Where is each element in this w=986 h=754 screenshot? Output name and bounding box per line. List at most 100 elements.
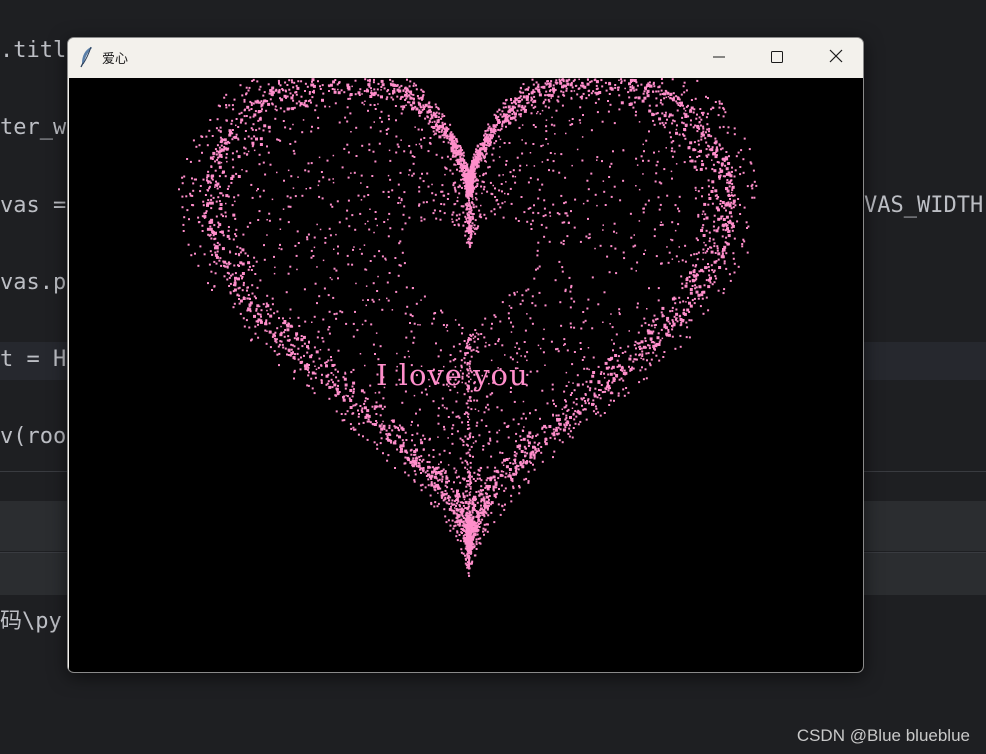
heart-particle — [438, 112, 441, 115]
heart-particle — [746, 185, 749, 188]
heart-particle — [524, 105, 527, 108]
heart-particle — [628, 82, 631, 86]
heart-particle — [329, 234, 332, 237]
heart-particle — [426, 115, 429, 118]
heart-particle — [532, 211, 535, 214]
heart-particle — [470, 475, 473, 478]
heart-particle — [545, 119, 548, 121]
heart-particle — [542, 85, 546, 89]
heart-particle — [652, 330, 655, 333]
heart-particle — [755, 184, 758, 187]
heart-particle — [388, 93, 391, 95]
heart-particle — [467, 406, 470, 409]
heart-particle — [445, 492, 448, 495]
heart-particle — [458, 213, 461, 216]
heart-particle — [469, 466, 472, 469]
minimize-button[interactable] — [696, 38, 742, 76]
heart-particle — [475, 526, 478, 529]
heart-particle — [671, 177, 673, 180]
heart-particle — [448, 480, 450, 483]
heart-particle — [656, 160, 659, 163]
heart-particle — [324, 237, 327, 239]
heart-particle — [625, 387, 628, 389]
heart-particle — [406, 305, 409, 308]
heart-particle — [387, 174, 390, 177]
heart-particle — [237, 253, 240, 256]
heart-particle — [712, 106, 715, 109]
heart-particle — [699, 108, 702, 110]
heart-particle — [419, 177, 422, 180]
heart-particle — [498, 174, 501, 177]
heart-particle — [185, 195, 188, 198]
heart-particle — [444, 470, 447, 473]
heart-particle — [501, 125, 504, 128]
heart-particle — [207, 199, 210, 202]
heart-particle — [671, 319, 674, 322]
heart-particle — [228, 141, 231, 144]
heart-particle — [507, 475, 509, 477]
heart-particle — [441, 475, 444, 478]
heart-particle — [534, 105, 537, 108]
heart-particle — [201, 224, 204, 227]
heart-particle — [544, 364, 546, 366]
heart-particle — [434, 501, 437, 504]
heart-particle — [349, 399, 353, 402]
heart-particle — [499, 320, 502, 323]
heart-particle — [593, 79, 596, 82]
heart-particle — [645, 352, 648, 355]
heart-particle — [469, 435, 472, 438]
heart-canvas: I love you — [69, 78, 863, 672]
heart-particle — [651, 112, 654, 115]
heart-particle — [255, 129, 258, 132]
heart-particle — [317, 330, 320, 333]
window-title: 爱心 — [102, 52, 129, 67]
heart-particle — [405, 439, 408, 441]
heart-particle — [293, 345, 296, 348]
heart-particle — [585, 380, 588, 383]
heart-particle — [347, 176, 350, 179]
heart-particle — [678, 195, 681, 198]
heart-particle — [396, 448, 399, 451]
heart-particle — [432, 400, 435, 403]
heart-particle — [478, 494, 481, 497]
heart-particle — [437, 414, 440, 417]
heart-particle — [642, 92, 645, 95]
tk-window[interactable]: 爱心 I love you — [67, 37, 864, 673]
heart-particle — [563, 406, 566, 409]
heart-particle — [289, 196, 292, 199]
heart-particle — [300, 335, 303, 337]
heart-particle — [675, 100, 678, 103]
close-button[interactable] — [813, 38, 859, 76]
heart-particle — [682, 300, 685, 303]
heart-particle — [678, 133, 681, 136]
maximize-button[interactable] — [754, 38, 800, 76]
heart-particle — [452, 424, 455, 427]
title-bar[interactable]: 爱心 — [68, 38, 863, 77]
heart-particle — [502, 216, 505, 219]
heart-particle — [445, 521, 448, 524]
heart-particle — [534, 304, 537, 307]
heart-particle — [354, 228, 357, 231]
heart-particle — [367, 418, 370, 421]
heart-particle — [249, 301, 253, 305]
heart-particle — [234, 276, 237, 280]
heart-particle — [504, 354, 506, 356]
heart-particle — [234, 217, 237, 220]
heart-particle — [328, 385, 332, 389]
heart-particle — [475, 198, 478, 201]
heart-particle — [260, 110, 263, 113]
heart-particle — [293, 377, 295, 380]
heart-particle — [435, 217, 438, 220]
heart-particle — [701, 226, 704, 229]
heart-particle — [486, 466, 489, 469]
heart-particle — [527, 441, 531, 445]
heart-particle — [742, 238, 745, 241]
heart-particle — [569, 306, 572, 309]
heart-particle — [708, 240, 711, 243]
heart-particle — [607, 358, 610, 361]
heart-particle — [431, 183, 433, 186]
heart-particle — [532, 453, 536, 457]
heart-particle — [476, 501, 479, 504]
heart-particle — [469, 461, 472, 464]
heart-particle — [518, 444, 522, 448]
